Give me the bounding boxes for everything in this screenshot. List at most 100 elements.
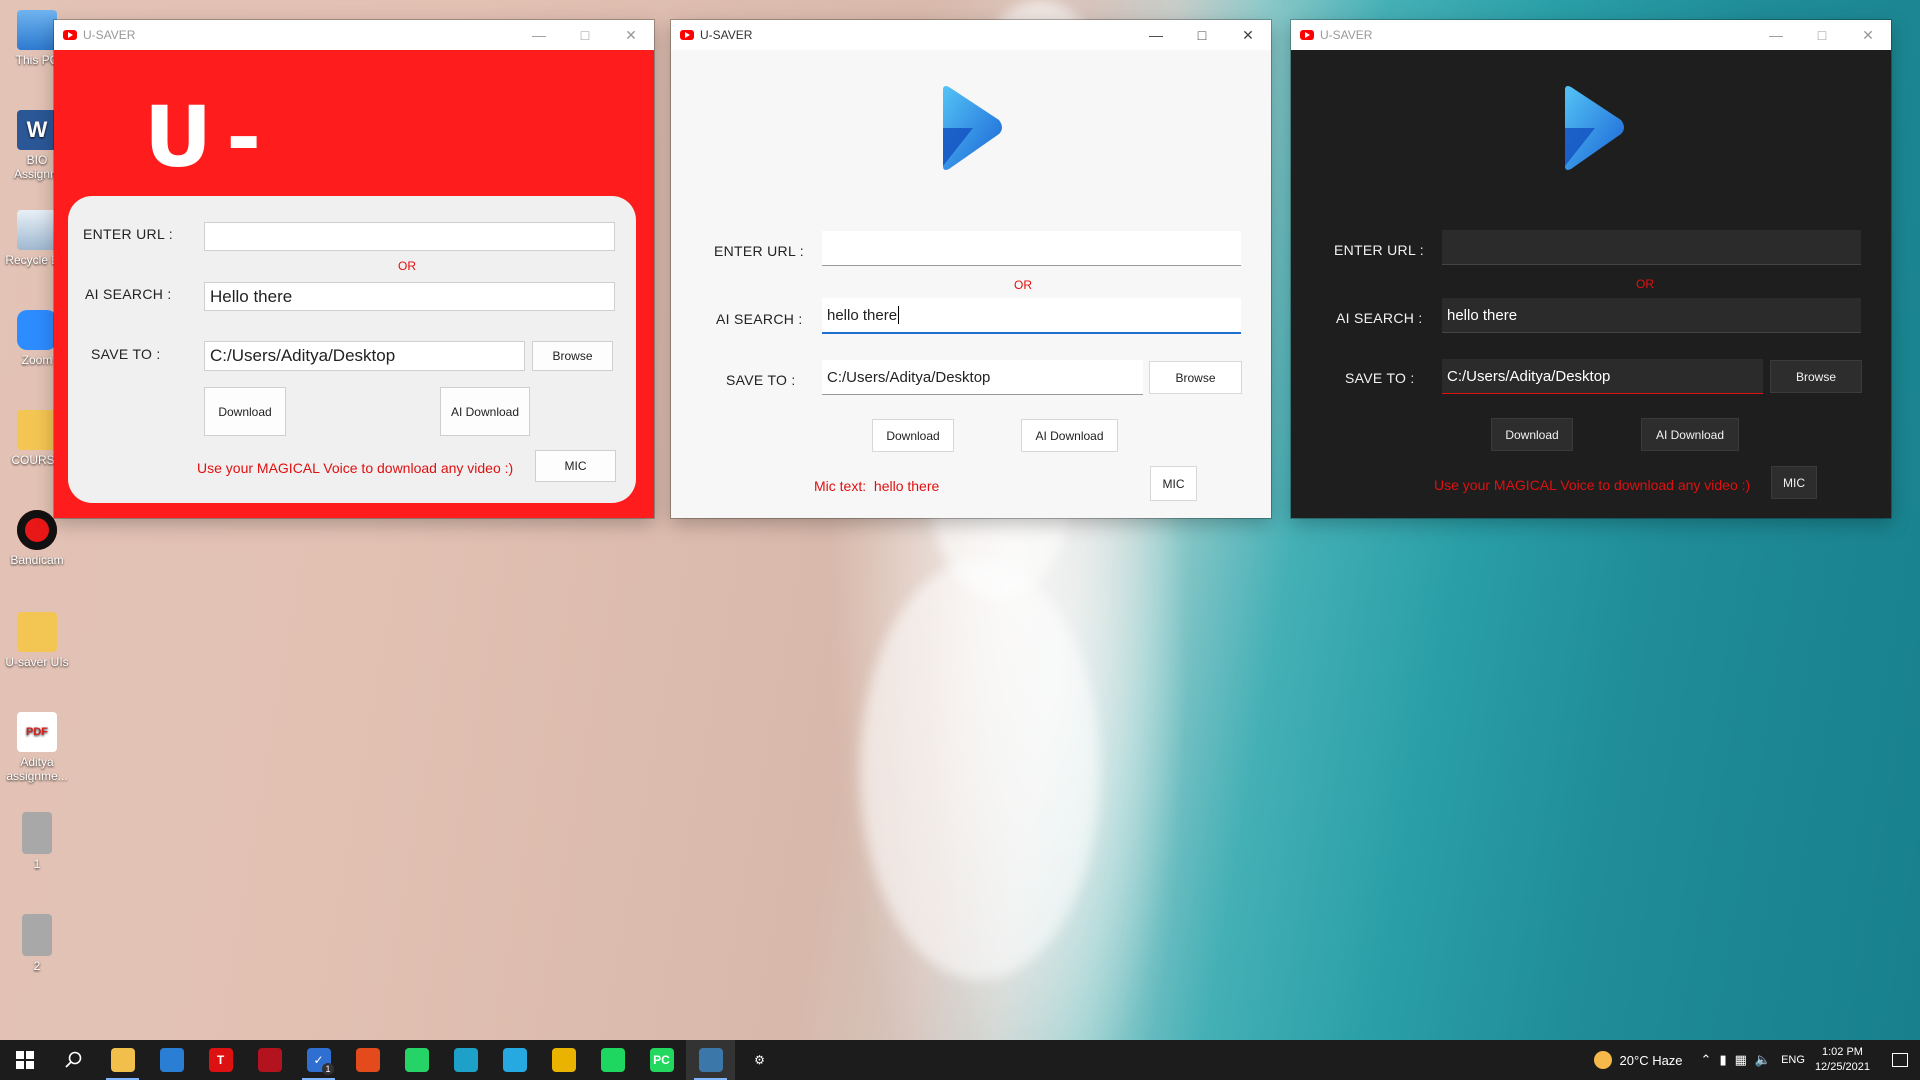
bandicam-icon: [17, 510, 57, 550]
notification-badge: 1: [322, 1063, 334, 1075]
title-bar[interactable]: U-SAVER — □ ✕: [54, 20, 654, 50]
usaver-window-light: U-SAVER — □ ✕ ENTER URL : OR AI SEARCH :…: [671, 20, 1271, 518]
browse-button[interactable]: Browse: [1770, 360, 1862, 393]
mail-icon: [159, 1048, 184, 1072]
ai-search-input[interactable]: hello there: [822, 298, 1241, 334]
cortana-icon: [502, 1048, 527, 1072]
save-path-input[interactable]: C:/Users/Aditya/Desktop: [822, 360, 1143, 395]
windows-logo-icon: [15, 1051, 34, 1069]
clock-time: 1:02 PM: [1821, 1046, 1863, 1058]
save-to-label: SAVE TO :: [1345, 370, 1415, 386]
browse-button[interactable]: Browse: [1149, 361, 1242, 394]
ai-download-button[interactable]: AI Download: [440, 387, 530, 436]
mic-button[interactable]: MIC: [1150, 466, 1197, 501]
pdf-icon: PDF: [17, 712, 57, 752]
notifications-button[interactable]: [1880, 1040, 1920, 1080]
search-icon: [64, 1051, 81, 1068]
search-button[interactable]: [49, 1040, 98, 1080]
this-pc-icon: [17, 10, 57, 50]
edge-icon: [453, 1048, 478, 1072]
mic-text-status: Mic text: hello there: [814, 478, 939, 494]
ai-search-input[interactable]: Hello there: [204, 282, 615, 311]
ai-download-button[interactable]: AI Download: [1021, 419, 1118, 452]
language-indicator[interactable]: ENG: [1781, 1054, 1805, 1066]
mic-button[interactable]: MIC: [1771, 466, 1817, 499]
maximize-button[interactable]: □: [1799, 20, 1845, 50]
taskbar-app-mail[interactable]: [147, 1040, 196, 1080]
close-button[interactable]: ✕: [1225, 20, 1271, 50]
download-button[interactable]: Download: [204, 387, 286, 436]
desktop-icon-image-2[interactable]: 2: [4, 914, 70, 973]
url-input[interactable]: [204, 222, 615, 251]
pycharm-icon: PC: [649, 1048, 674, 1072]
chevron-up-icon[interactable]: ⌃: [1701, 1052, 1712, 1068]
network-icon[interactable]: ▦: [1735, 1052, 1747, 1068]
window-title: U-SAVER: [1320, 28, 1373, 42]
file-explorer-icon: [110, 1048, 135, 1072]
save-path-input[interactable]: C:/Users/Aditya/Desktop: [204, 341, 525, 371]
or-label: OR: [398, 259, 416, 273]
ai-search-value: hello there: [827, 306, 898, 324]
title-bar[interactable]: U-SAVER — □ ✕: [1291, 20, 1891, 50]
taskbar-app-office[interactable]: [343, 1040, 392, 1080]
save-path-input[interactable]: C:/Users/Aditya/Desktop: [1442, 359, 1763, 394]
notification-icon: [1892, 1053, 1908, 1067]
battery-icon[interactable]: ▮: [1719, 1052, 1726, 1068]
youtube-icon: [1300, 30, 1314, 40]
or-label: OR: [1636, 277, 1654, 291]
taskbar-app-cortana[interactable]: [490, 1040, 539, 1080]
form-panel: ENTER URL : OR AI SEARCH : Hello there S…: [68, 196, 636, 503]
taskbar-app-chrome[interactable]: [539, 1040, 588, 1080]
desktop-icon-usaver-uis[interactable]: U-saver UIs: [4, 612, 70, 669]
maximize-button[interactable]: □: [562, 20, 608, 50]
url-input[interactable]: [822, 231, 1241, 266]
desktop-icon-aditya-assignment[interactable]: PDF Aditya assignme...: [4, 712, 70, 783]
image-file-icon: [22, 812, 52, 854]
desktop-icon-image-1[interactable]: 1: [4, 812, 70, 871]
taskbar-app-todo[interactable]: ✓ 1: [294, 1040, 343, 1080]
taskbar-app-edge[interactable]: [441, 1040, 490, 1080]
taskbar-app-file-explorer[interactable]: [98, 1040, 147, 1080]
zoom-icon: [17, 310, 57, 350]
ai-download-button[interactable]: AI Download: [1641, 418, 1739, 451]
close-button[interactable]: ✕: [608, 20, 654, 50]
python-icon: [698, 1048, 723, 1072]
minimize-button[interactable]: —: [516, 20, 562, 50]
taskbar-apps: T ✓ 1 PC ⚙: [98, 1040, 784, 1080]
taskbar-app-whatsapp[interactable]: [392, 1040, 441, 1080]
save-to-label: SAVE TO :: [91, 346, 161, 362]
ai-search-label: AI SEARCH :: [716, 311, 803, 327]
minimize-button[interactable]: —: [1133, 20, 1179, 50]
download-button[interactable]: Download: [1491, 418, 1573, 451]
clock[interactable]: 1:02 PM 12/25/2021: [1815, 1045, 1870, 1075]
close-button[interactable]: ✕: [1845, 20, 1891, 50]
browse-button[interactable]: Browse: [532, 341, 613, 371]
url-label: ENTER URL :: [1334, 242, 1424, 258]
weather-text[interactable]: 20°C Haze: [1620, 1053, 1683, 1068]
taskbar-app-spotify[interactable]: [588, 1040, 637, 1080]
desktop-icon-bandicam[interactable]: Bandicam: [4, 510, 70, 567]
text-caret: [898, 306, 900, 324]
system-tray: 20°C Haze ⌃ ▮ ▦ 🔈 ENG 1:02 PM 12/25/2021: [1593, 1040, 1920, 1080]
window-title: U-SAVER: [83, 28, 136, 42]
whatsapp-icon: [404, 1048, 429, 1072]
taskbar-app-t-app[interactable]: T: [196, 1040, 245, 1080]
taskbar-app-settings[interactable]: ⚙: [735, 1040, 784, 1080]
minimize-button[interactable]: —: [1753, 20, 1799, 50]
taskbar-app-pycharm[interactable]: PC: [637, 1040, 686, 1080]
start-button[interactable]: [0, 1040, 49, 1080]
save-to-label: SAVE TO :: [726, 372, 796, 388]
clock-date: 12/25/2021: [1814, 1061, 1870, 1073]
ai-search-input[interactable]: hello there: [1442, 298, 1861, 333]
title-bar[interactable]: U-SAVER — □ ✕: [671, 20, 1271, 50]
url-input[interactable]: [1442, 230, 1861, 265]
or-label: OR: [1014, 278, 1032, 292]
maximize-button[interactable]: □: [1179, 20, 1225, 50]
volume-icon[interactable]: 🔈: [1755, 1052, 1771, 1068]
url-label: ENTER URL :: [83, 226, 173, 242]
taskbar-app-python[interactable]: [686, 1040, 735, 1080]
taskbar-app-game-launcher[interactable]: [245, 1040, 294, 1080]
mic-button[interactable]: MIC: [535, 450, 616, 482]
window-title: U-SAVER: [700, 28, 753, 42]
download-button[interactable]: Download: [872, 419, 954, 452]
